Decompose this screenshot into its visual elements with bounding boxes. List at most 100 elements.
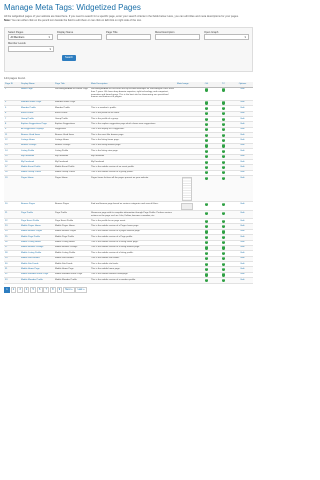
check-icon: ✓ [204,117,209,121]
edit-link[interactable]: Edit [241,101,245,103]
check-icon: ✓ [221,230,226,234]
edit-link[interactable]: Edit [241,225,245,227]
edit-link[interactable]: Edit [241,118,245,120]
check-icon: ✓ [204,112,209,116]
edit-link[interactable]: Edit [241,107,245,109]
edit-link[interactable]: Edit [241,166,245,168]
check-icon: ✓ [221,251,226,256]
meta-image-cell [176,210,198,219]
meta-image-thumbnail [181,202,193,210]
pagination-link[interactable]: 7 [43,286,50,293]
edit-link[interactable]: Edit [241,112,245,114]
edit-link[interactable]: Edit [241,241,245,243]
table-row: 21 Page Profile Page Profile Showcase page … [4,210,253,219]
check-icon: ✓ [204,273,209,277]
select-pages-dropdown[interactable]: All Members ▼ [8,34,53,41]
pagination-link[interactable]: 9 [56,286,63,293]
pagination-link[interactable]: 4 [23,286,30,293]
display-name-cell[interactable]: Browse Pages [20,201,54,212]
display-name-cell[interactable]: Pages Home [20,175,54,203]
options-cell: Edit [232,201,253,212]
check-icon: ✓ [204,235,209,239]
check-icon: ✓ [221,155,226,159]
table-row: 20 Browse Pages Browse Pages Find and brows… [4,201,253,212]
page-id-cell[interactable]: 21 [4,210,20,219]
check-icon: ✓ [221,133,226,137]
check-icon: ✓ [204,230,209,234]
check-icon: ✓ [221,101,226,105]
check-icon: ✓ [221,144,226,148]
edit-link[interactable]: Edit [241,263,245,265]
pagination-link[interactable]: 2 [10,286,17,293]
display-name-cell[interactable]: Page Profile [20,210,54,219]
search-button[interactable]: Search [62,54,76,61]
meta-description-input[interactable] [155,34,200,41]
results-count: 144 pages found. [4,75,26,80]
edit-link[interactable]: Edit [241,144,245,146]
check-icon: ✓ [204,139,209,143]
check-icon: ✓ [221,117,226,121]
edit-link[interactable]: Edit [241,257,245,259]
edit-link[interactable]: Edit [241,134,245,136]
edit-link[interactable]: Edit [241,150,245,152]
edit-link[interactable]: Edit [241,161,245,163]
display-name-cell[interactable]: Mobile Member Profile [20,277,54,284]
page-title-input[interactable] [106,34,151,41]
pagination: 1 2 3 4 5 6 7 8 9 Next » Last » [4,286,253,293]
pagination-link[interactable]: 1 [4,286,10,293]
pagination-link[interactable]: 5 [30,286,37,293]
page-id-cell[interactable]: 33 [4,277,20,284]
check-icon: ✓ [221,262,226,266]
edit-link[interactable]: Edit [241,273,245,275]
check-icon: ✓ [204,246,209,250]
edit-link[interactable]: Edit [241,203,245,205]
pagination-link[interactable]: 8 [49,286,56,293]
tc-status-cell: ✓ [215,87,232,101]
chevron-down-icon: ▼ [244,36,247,40]
check-icon: ✓ [204,165,209,170]
check-icon: ✓ [221,202,226,206]
pagination-link[interactable]: Last » [75,286,87,293]
edit-link[interactable]: Edit [241,155,245,157]
edit-link[interactable]: Edit [241,212,245,214]
note-label: Note: [4,19,11,23]
edit-link[interactable]: Edit [241,171,245,173]
pagination-link[interactable]: 6 [36,286,43,293]
pagination-link[interactable]: 3 [17,286,23,293]
check-icon: ✓ [204,149,209,153]
check-icon: ✓ [221,267,226,272]
tc-status-cell: ✓ [215,277,232,284]
open-graph-dropdown[interactable]: ▼ [204,34,249,41]
edit-link[interactable]: Edit [241,177,245,179]
edit-link[interactable]: Edit [241,279,245,281]
edit-link[interactable]: Edit [241,123,245,125]
edit-link[interactable]: Edit [241,252,245,254]
pages-table: Page ID Display Name Page Title Meta Des… [4,81,253,284]
member-levels-dropdown[interactable]: ▼ [8,45,54,52]
edit-link[interactable]: Edit [241,268,245,270]
check-icon: ✓ [221,171,226,175]
pagination-link[interactable]: Next » [63,286,75,293]
edit-link[interactable]: Edit [241,88,245,90]
edit-link[interactable]: Edit [241,128,245,130]
check-icon: ✓ [221,219,226,223]
check-icon: ✓ [221,165,226,170]
check-icon: ✓ [204,224,209,229]
edit-link[interactable]: Edit [241,220,245,222]
page-id-cell[interactable]: 1 [4,87,20,101]
display-name-input[interactable] [57,34,102,41]
page-id-cell[interactable]: 20 [4,201,20,212]
og-status-cell: ✓ [198,277,215,284]
check-icon: ✓ [204,267,209,272]
meta-description-cell: Pages home list item all the pages prese… [90,175,176,203]
display-name-cell[interactable]: Home Page [20,87,54,101]
page-id-cell[interactable]: 19 [4,175,20,203]
meta-image-cell [176,277,198,284]
tc-status-cell: ✓ [215,201,232,212]
edit-link[interactable]: Edit [241,236,245,238]
edit-link[interactable]: Edit [241,139,245,141]
edit-link[interactable]: Edit [241,230,245,232]
edit-link[interactable]: Edit [241,246,245,248]
check-icon: ✓ [204,262,209,266]
page-title-cell: SocialEngineAddOns Home Page [54,87,90,101]
